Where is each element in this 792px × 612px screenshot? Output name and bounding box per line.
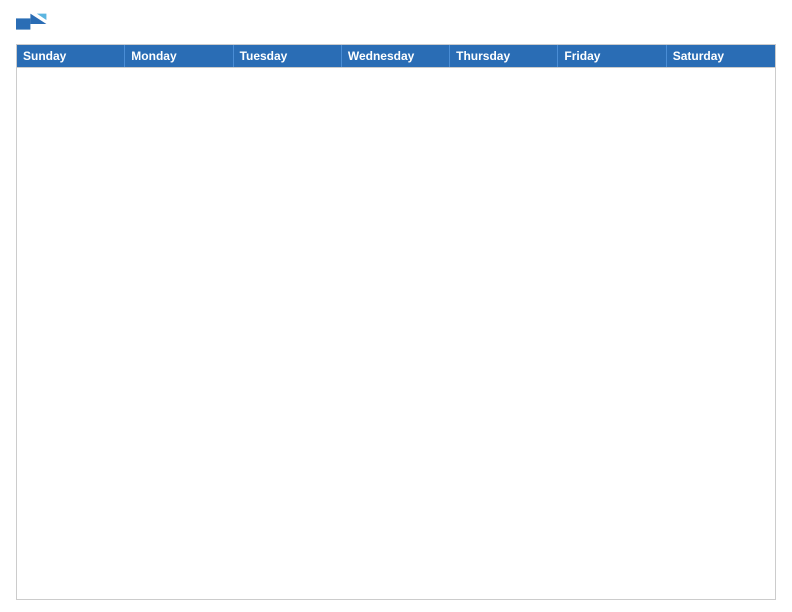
day-headers: SundayMondayTuesdayWednesdayThursdayFrid…: [17, 45, 775, 67]
page: SundayMondayTuesdayWednesdayThursdayFrid…: [0, 0, 792, 612]
logo: [16, 12, 52, 36]
calendar-grid: [17, 67, 775, 599]
day-header-thursday: Thursday: [450, 45, 558, 67]
day-header-sunday: Sunday: [17, 45, 125, 67]
day-header-monday: Monday: [125, 45, 233, 67]
day-header-saturday: Saturday: [667, 45, 775, 67]
day-header-friday: Friday: [558, 45, 666, 67]
generalblue-logo-icon: [16, 12, 48, 36]
day-header-wednesday: Wednesday: [342, 45, 450, 67]
day-header-tuesday: Tuesday: [234, 45, 342, 67]
calendar: SundayMondayTuesdayWednesdayThursdayFrid…: [16, 44, 776, 600]
header: [16, 12, 776, 36]
